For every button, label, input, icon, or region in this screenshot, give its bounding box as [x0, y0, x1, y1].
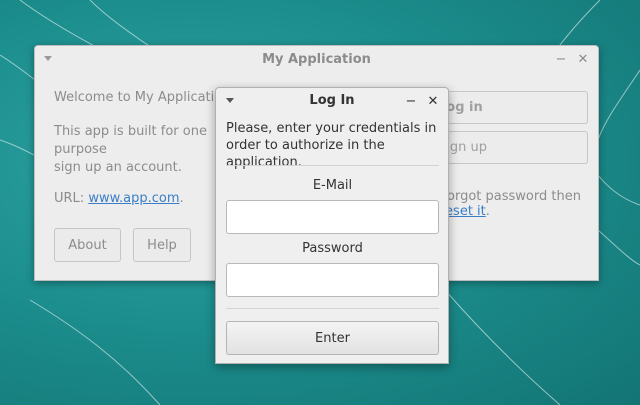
login-dialog-titlebar[interactable]: Log In − ✕ [216, 88, 448, 113]
dialog-menu-icon[interactable] [226, 98, 234, 103]
signup-button[interactable]: Sign up [431, 131, 588, 164]
forgot-prefix: Forgot password then [440, 189, 581, 204]
minimize-icon[interactable]: − [552, 50, 570, 68]
main-window-title: My Application [262, 51, 371, 67]
help-button[interactable]: Help [133, 228, 191, 262]
forgot-password-text: Forgot password then reset it. [440, 189, 598, 219]
url-row: URL: www.app.com. [54, 191, 184, 206]
divider [226, 165, 439, 166]
description-text: This app is built for one purpose sign u… [54, 124, 207, 175]
divider [226, 308, 439, 309]
close-icon[interactable]: ✕ [424, 92, 442, 110]
login-instructions: Please, enter your credentials in order … [226, 121, 437, 170]
url-label: URL: [54, 191, 89, 206]
login-dialog: Log In − ✕ Please, enter your credential… [215, 87, 449, 364]
window-menu-icon[interactable] [44, 56, 52, 61]
url-suffix: . [179, 191, 184, 206]
close-icon[interactable]: ✕ [574, 50, 592, 68]
login-dialog-title: Log In [309, 93, 355, 108]
password-label: Password [302, 241, 363, 256]
password-field[interactable] [226, 263, 439, 297]
email-label: E-Mail [312, 178, 353, 193]
email-field[interactable] [226, 200, 439, 234]
main-window-titlebar[interactable]: My Application − ✕ [35, 46, 598, 72]
enter-button[interactable]: Enter [226, 321, 439, 355]
about-button[interactable]: About [54, 228, 121, 262]
login-button[interactable]: Log in [431, 91, 588, 124]
welcome-text: Welcome to My Application! [54, 90, 236, 105]
url-link[interactable]: www.app.com [88, 191, 179, 206]
minimize-icon[interactable]: − [402, 92, 420, 110]
forgot-suffix: . [485, 204, 490, 219]
